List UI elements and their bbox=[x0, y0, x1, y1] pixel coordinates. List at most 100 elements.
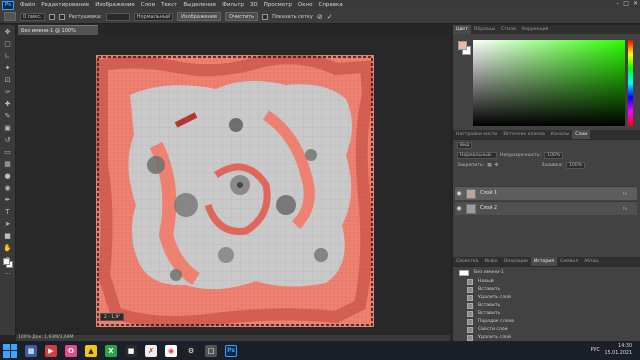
lock-icon[interactable]: ▦ bbox=[487, 163, 491, 168]
blend-mode-select[interactable]: Нормальный bbox=[457, 151, 497, 159]
history-item[interactable]: Новый bbox=[457, 278, 637, 286]
brush-tool-icon[interactable]: ✎ bbox=[3, 111, 13, 121]
crop-tool-icon[interactable]: ⊡ bbox=[3, 75, 13, 85]
more-tools-icon[interactable]: … bbox=[3, 267, 13, 277]
clone-stamp-icon[interactable]: ▣ bbox=[3, 123, 13, 133]
commit-icon[interactable]: ✓ bbox=[327, 13, 333, 21]
menu-view[interactable]: Просмотр bbox=[261, 2, 295, 8]
layer-row[interactable]: ◉ Слой 1 fx bbox=[455, 186, 637, 200]
layer-fx-label[interactable]: fx bbox=[623, 191, 627, 196]
hand-tool-icon[interactable]: ✋ bbox=[3, 243, 13, 253]
dodge-tool-icon[interactable]: ◉ bbox=[3, 183, 13, 193]
steam-icon[interactable]: ⚙ bbox=[185, 344, 197, 357]
history-item[interactable]: Свести слои bbox=[457, 326, 637, 334]
pen-tool-icon[interactable]: ✒ bbox=[3, 195, 13, 205]
menu-filter[interactable]: Фильтр bbox=[219, 2, 247, 8]
tab-swatches[interactable]: Образцы bbox=[471, 25, 498, 34]
tab-layers[interactable]: Слои bbox=[572, 130, 591, 139]
feather-field[interactable] bbox=[105, 12, 130, 21]
tab-properties[interactable]: Свойства bbox=[453, 257, 481, 266]
canvas-image[interactable]: 2 : 1,9" bbox=[96, 55, 374, 327]
tab-paragraph[interactable]: Абзац bbox=[581, 257, 601, 266]
chrome-icon[interactable]: ◉ bbox=[165, 344, 177, 357]
layer-fx-label[interactable]: fx bbox=[623, 206, 627, 211]
history-brush-icon[interactable]: ↺ bbox=[3, 135, 13, 145]
visibility-eye-icon[interactable]: ◉ bbox=[455, 205, 463, 212]
opera-icon[interactable]: O bbox=[65, 344, 77, 357]
opacity-field[interactable]: 100% bbox=[544, 151, 564, 159]
gradient-icon[interactable]: ▦ bbox=[3, 159, 13, 169]
eraser-icon[interactable]: ▭ bbox=[3, 147, 13, 157]
file-explorer-icon[interactable]: ▩ bbox=[25, 344, 37, 357]
quick-select-icon[interactable]: ✦ bbox=[3, 63, 13, 73]
tab-adjustments[interactable]: Коррекция bbox=[519, 25, 551, 34]
tab-channels[interactable]: Каналы bbox=[548, 130, 572, 139]
cancel-icon[interactable]: ⊘ bbox=[317, 13, 323, 21]
history-item[interactable]: Вставить bbox=[457, 310, 637, 318]
tab-color[interactable]: Цвет bbox=[453, 25, 471, 34]
history-item[interactable]: Удалить слой bbox=[457, 294, 637, 302]
media-icon[interactable]: ■ bbox=[125, 344, 137, 357]
eyedropper-icon[interactable]: ✑ bbox=[3, 87, 13, 97]
layer-kind-select[interactable]: Вид bbox=[457, 141, 473, 149]
marquee-tool-icon[interactable]: ▢ bbox=[3, 39, 13, 49]
tab-history[interactable]: История bbox=[530, 257, 558, 266]
clock[interactable]: 14:30 15.01.2021 bbox=[605, 343, 632, 357]
path-select-icon[interactable]: ➤ bbox=[3, 219, 13, 229]
history-snapshot[interactable]: Без имени-1 bbox=[457, 269, 637, 277]
close-icon[interactable]: ✕ bbox=[633, 0, 638, 7]
media-player-icon[interactable]: ▶ bbox=[45, 344, 57, 357]
fill-field[interactable]: 100% bbox=[565, 161, 586, 169]
tab-styles[interactable]: Стили bbox=[498, 25, 519, 34]
menu-edit[interactable]: Редактирование bbox=[38, 2, 92, 8]
picker-foreground-swatch[interactable] bbox=[458, 41, 467, 50]
hue-slider[interactable] bbox=[628, 40, 633, 126]
menu-image[interactable]: Изображение bbox=[92, 2, 138, 8]
history-step-icon bbox=[467, 302, 473, 309]
spreadsheet-icon[interactable]: X bbox=[105, 344, 117, 357]
history-item[interactable]: Вставить bbox=[457, 286, 637, 294]
show-grid-checkbox[interactable] bbox=[262, 13, 269, 20]
menu-layers[interactable]: Слои bbox=[138, 2, 158, 8]
warning-app-icon[interactable]: ▲ bbox=[85, 344, 97, 357]
menu-type[interactable]: Текст bbox=[158, 2, 180, 8]
move-tool-icon[interactable]: ✥ bbox=[3, 27, 13, 37]
tab-info[interactable]: Инфо bbox=[481, 257, 500, 266]
tools-icon[interactable]: ✗ bbox=[145, 344, 157, 357]
photoshop-taskbar-icon[interactable]: Ps bbox=[225, 344, 237, 357]
history-item[interactable]: Порядок слоев bbox=[457, 318, 637, 326]
visibility-eye-icon[interactable]: ◉ bbox=[455, 190, 463, 197]
clear-button[interactable]: Очистить bbox=[225, 12, 259, 21]
mode-new-icon[interactable] bbox=[48, 13, 55, 20]
menu-file[interactable]: Файл bbox=[17, 2, 38, 8]
tab-actions[interactable]: Операции bbox=[501, 257, 531, 266]
minimize-icon[interactable]: – bbox=[616, 0, 619, 7]
tool-preset-picker[interactable] bbox=[4, 12, 16, 21]
foreground-color-swatch[interactable] bbox=[3, 258, 10, 265]
menu-3d[interactable]: 3D bbox=[247, 2, 261, 8]
language-indicator[interactable]: РУС bbox=[590, 347, 600, 353]
shape-tool-icon[interactable]: ■ bbox=[3, 231, 13, 241]
type-tool-icon[interactable]: T bbox=[3, 207, 13, 217]
tab-brush-settings[interactable]: Настройки кисти bbox=[453, 130, 500, 139]
windows-start-icon[interactable] bbox=[3, 343, 17, 358]
image-button[interactable]: Изображение bbox=[177, 12, 222, 21]
healing-brush-icon[interactable]: ✚ bbox=[3, 99, 13, 109]
lasso-tool-icon[interactable]: ∟ bbox=[3, 51, 13, 61]
mode-select[interactable]: Нормальный bbox=[133, 12, 174, 21]
menu-window[interactable]: Окно bbox=[295, 2, 316, 8]
menu-select[interactable]: Выделение bbox=[180, 2, 219, 8]
layer-row[interactable]: ◉ Слой 2 fx bbox=[455, 201, 637, 215]
history-item[interactable]: Вставить bbox=[457, 302, 637, 310]
maximize-icon[interactable]: □ bbox=[623, 0, 629, 7]
color-field[interactable] bbox=[473, 40, 625, 126]
mode-add-icon[interactable] bbox=[58, 13, 65, 20]
lock-position-icon[interactable]: ✥ bbox=[495, 163, 499, 168]
tab-clone-source[interactable]: Источник клонов bbox=[500, 130, 547, 139]
size-field[interactable]: 0 пикс. bbox=[20, 12, 45, 21]
folder-icon[interactable]: □ bbox=[205, 344, 217, 357]
menu-help[interactable]: Справка bbox=[315, 2, 345, 8]
document-tab[interactable]: Без имени-1 @ 100% (RGB/8#) * bbox=[18, 25, 98, 44]
tab-character[interactable]: Символ bbox=[557, 257, 581, 266]
blur-tool-icon[interactable]: ● bbox=[3, 171, 13, 181]
